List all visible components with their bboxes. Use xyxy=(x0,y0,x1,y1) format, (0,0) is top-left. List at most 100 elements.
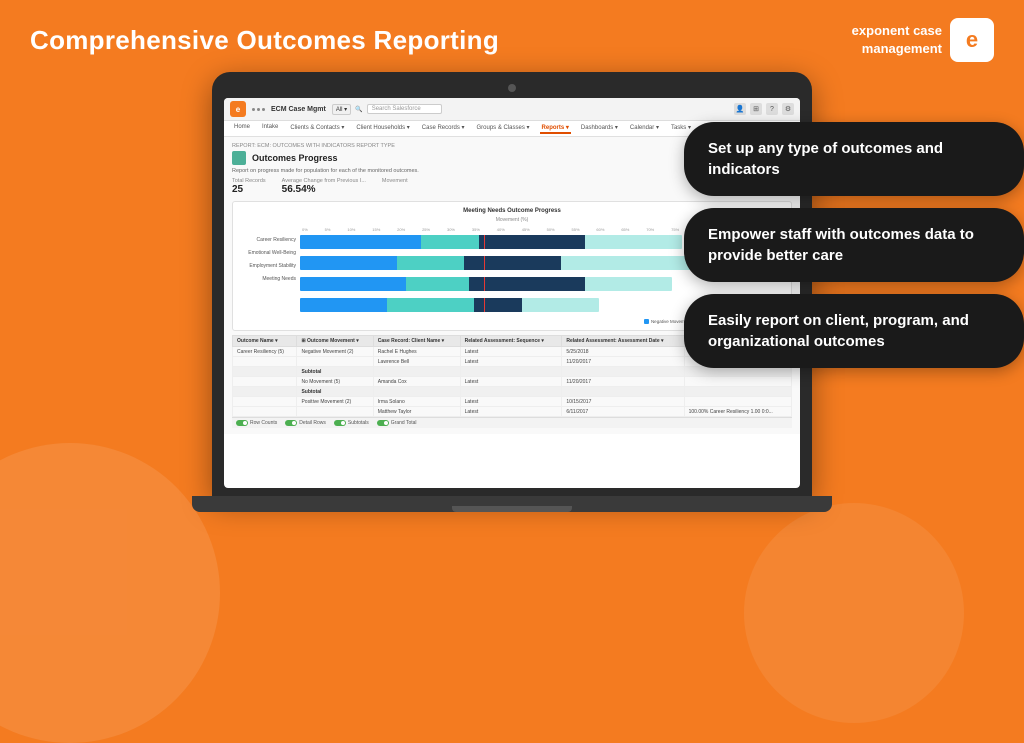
cell-seq: Latest xyxy=(460,357,562,367)
nav-dashboards[interactable]: Dashboards ▾ xyxy=(579,123,620,134)
page-title: Comprehensive Outcomes Reporting xyxy=(30,25,499,56)
toggle-subtotals-switch[interactable] xyxy=(334,420,346,426)
cell-check xyxy=(684,367,791,377)
cell-outcome xyxy=(233,377,297,387)
col-outcome[interactable]: Outcome Name ▾ xyxy=(233,336,297,347)
bar-blue-3 xyxy=(300,277,406,291)
cell-seq xyxy=(460,367,562,377)
nav-calendar[interactable]: Calendar ▾ xyxy=(628,123,661,134)
stat-total-value: 25 xyxy=(232,184,266,195)
cell-date: 5/25/2018 xyxy=(562,347,684,357)
cell-client: Rachel E Hughes xyxy=(373,347,460,357)
cell-outcome xyxy=(233,357,297,367)
nav-dot-2 xyxy=(257,108,260,111)
laptop-camera xyxy=(508,84,516,92)
bar-navy-4 xyxy=(474,298,522,312)
nav-search-bar[interactable]: Search Salesforce xyxy=(367,104,442,114)
cell-date: 11/20/2017 xyxy=(562,357,684,367)
cell-outcome: Career Resiliency (5) xyxy=(233,347,297,357)
cell-check xyxy=(684,377,791,387)
col-movement[interactable]: ⊞ Outcome Movement ▾ xyxy=(297,336,373,347)
toggle-detail-rows: Detail Rows xyxy=(285,420,326,426)
bar-teal-3 xyxy=(406,277,469,291)
nav-dot-3 xyxy=(262,108,265,111)
cell-outcome xyxy=(233,407,297,417)
nav-reports[interactable]: Reports ▾ xyxy=(540,123,571,134)
cell-outcome xyxy=(233,397,297,407)
search-icon: 🔍 xyxy=(355,106,362,113)
cell-client xyxy=(373,387,460,397)
nav-controls: All ▾ 🔍 Search Salesforce xyxy=(332,104,442,115)
cell-client: Matthew Taylor xyxy=(373,407,460,417)
cell-date xyxy=(562,367,684,377)
table-footer: Row Counts Detail Rows Subtotals xyxy=(232,417,792,428)
bg-circle-right xyxy=(744,503,964,723)
toggle-row-counts-switch[interactable] xyxy=(236,420,248,426)
nav-grid-icon[interactable]: ⊞ xyxy=(750,103,762,115)
nav-user-icon[interactable]: 👤 xyxy=(734,103,746,115)
cell-outcome xyxy=(233,367,297,377)
bar-blue-4 xyxy=(300,298,387,312)
bar-teal-2 xyxy=(397,256,465,270)
cell-client: Amanda Cox xyxy=(373,377,460,387)
nav-help-icon[interactable]: ? xyxy=(766,103,778,115)
callouts: Set up any type of outcomes and indicato… xyxy=(684,122,1024,368)
cell-movement: No Movement (5) xyxy=(297,377,373,387)
nav-logo-icon: e xyxy=(230,101,246,117)
col-client[interactable]: Case Record: Client Name ▾ xyxy=(373,336,460,347)
table-row: No Movement (5) Amanda Cox Latest 11/20/… xyxy=(233,377,792,387)
bar-light-4 xyxy=(522,298,599,312)
bar-navy-2 xyxy=(464,256,561,270)
laptop-base xyxy=(192,496,832,512)
cell-seq: Latest xyxy=(460,347,562,357)
callout-box-2: Empower staff with outcomes data to prov… xyxy=(684,208,1024,282)
callout-box-1: Set up any type of outcomes and indicato… xyxy=(684,122,1024,196)
logo-icon: e xyxy=(950,18,994,62)
page-icon xyxy=(232,151,246,165)
nav-groups[interactable]: Groups & Classes ▾ xyxy=(475,123,532,134)
stat-movement-value xyxy=(382,184,408,195)
table-row-subtotal: Subtotal xyxy=(233,387,792,397)
all-dropdown[interactable]: All ▾ xyxy=(332,104,351,115)
stat-movement: Movement xyxy=(382,178,408,195)
bar-navy-3 xyxy=(469,277,585,291)
nav-dot-1 xyxy=(252,108,255,111)
stat-avg-value: 56.54% xyxy=(282,184,366,195)
cell-date: 6/11/2017 xyxy=(562,407,684,417)
toggle-grand-total-switch[interactable] xyxy=(377,420,389,426)
nav-clients[interactable]: Clients & Contacts ▾ xyxy=(288,123,346,134)
chart-y-labels: Career Resiliency Emotional Well-Being E… xyxy=(241,227,296,324)
page-header: Comprehensive Outcomes Reporting exponen… xyxy=(0,0,1024,72)
bar-light-2 xyxy=(561,256,696,270)
toggle-detail-rows-switch[interactable] xyxy=(285,420,297,426)
cell-date: 11/20/2017 xyxy=(562,377,684,387)
bar-teal-4 xyxy=(387,298,474,312)
cell-check: 100.00% Career Resiliency 1.00 0:0... xyxy=(684,407,791,417)
cell-check xyxy=(684,397,791,407)
stat-avg-change: Average Change from Previous I... 56.54% xyxy=(282,178,366,195)
cell-movement: Subtotal xyxy=(297,387,373,397)
cell-movement: Positive Movement (2) xyxy=(297,397,373,407)
nav-home[interactable]: Home xyxy=(232,123,252,134)
nav-households[interactable]: Client Households ▾ xyxy=(354,123,411,134)
toggle-subtotals-label: Subtotals xyxy=(348,420,369,426)
table-row-subtotal: Subtotal xyxy=(233,367,792,377)
nav-intake[interactable]: Intake xyxy=(260,123,280,134)
toggle-grand-total: Grand Total xyxy=(377,420,417,426)
bar-line-3 xyxy=(484,277,485,291)
bar-line-2 xyxy=(484,256,485,270)
nav-case-records[interactable]: Case Records ▾ xyxy=(420,123,467,134)
cell-movement xyxy=(297,357,373,367)
nav-app-title: ECM Case Mgmt xyxy=(271,106,326,113)
cell-client: Lawrence Bell xyxy=(373,357,460,367)
cell-date xyxy=(562,387,684,397)
nav-icons: 👤 ⊞ ? ⚙ xyxy=(734,103,794,115)
logo-text: exponent case management xyxy=(852,22,942,58)
col-date[interactable]: Related Assessment: Assessment Date ▾ xyxy=(562,336,684,347)
bar-line-1 xyxy=(484,235,485,249)
toggle-grand-total-label: Grand Total xyxy=(391,420,417,426)
y-label-1: Career Resiliency xyxy=(241,237,296,243)
nav-settings-icon[interactable]: ⚙ xyxy=(782,103,794,115)
main-content: e ECM Case Mgmt All ▾ 🔍 Search Salesforc… xyxy=(0,72,1024,512)
col-sequence[interactable]: Related Assessment: Sequence ▾ xyxy=(460,336,562,347)
